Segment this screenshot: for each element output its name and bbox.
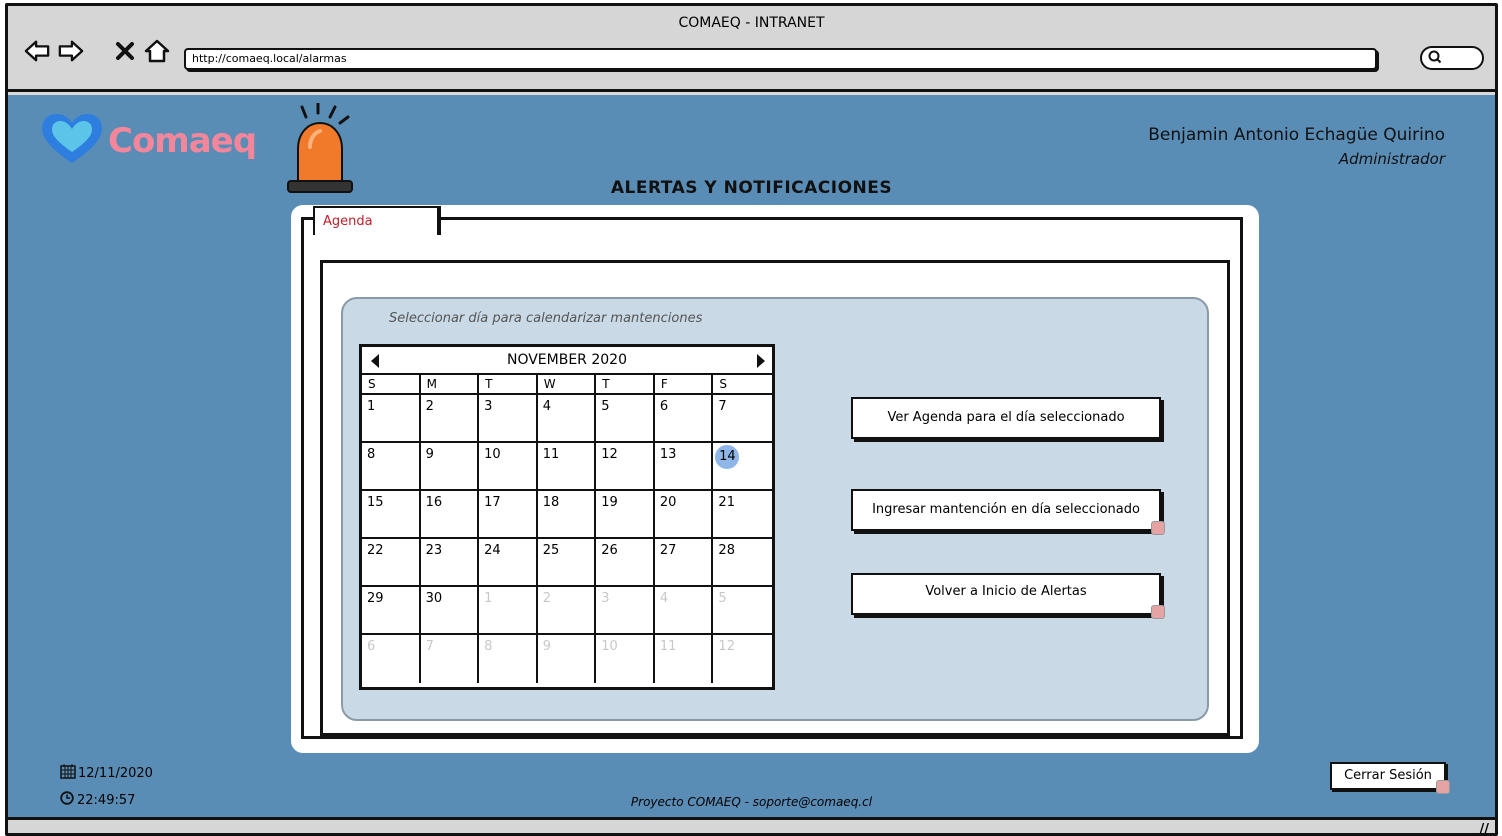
calendar-day[interactable]: 4 xyxy=(537,395,597,443)
calendar-day[interactable]: 30 xyxy=(420,587,480,635)
weekday-label: T xyxy=(479,375,538,395)
calendar-day[interactable]: 6 xyxy=(654,395,714,443)
calendar[interactable]: NOVEMBER 2020 S M T W T F S 1 2 3 4 5 6 … xyxy=(359,344,775,690)
view-agenda-button[interactable]: Ver Agenda para el día seleccionado xyxy=(851,397,1161,439)
calendar-day[interactable]: 1 xyxy=(362,395,421,443)
calendar-day[interactable]: 3 xyxy=(479,395,538,443)
weekday-label: T xyxy=(596,375,655,395)
calendar-day-next-month[interactable]: 4 xyxy=(654,587,714,635)
calendar-day-next-month[interactable]: 1 xyxy=(479,587,538,635)
calendar-day-selected[interactable]: 14 xyxy=(713,443,772,491)
calendar-day[interactable]: 8 xyxy=(362,443,421,491)
calendar-day[interactable]: 5 xyxy=(596,395,655,443)
calendar-day[interactable]: 23 xyxy=(420,539,480,587)
search-button[interactable] xyxy=(1420,46,1484,70)
logout-label: Cerrar Sesión xyxy=(1344,768,1432,783)
calendar-day[interactable]: 22 xyxy=(362,539,421,587)
calendar-day-next-month[interactable]: 8 xyxy=(479,635,538,683)
heart-icon xyxy=(38,111,106,171)
weekday-label: S xyxy=(362,375,421,395)
search-icon xyxy=(1428,49,1442,68)
calendar-day[interactable]: 7 xyxy=(713,395,772,443)
content-panel: Seleccionar día para calendarizar manten… xyxy=(291,205,1259,753)
browser-chrome: COMAEQ - INTRANET http://comaeq.local/al… xyxy=(8,6,1495,92)
calendar-day[interactable]: 10 xyxy=(479,443,538,491)
calendar-day-next-month[interactable]: 12 xyxy=(713,635,772,683)
calendar-day[interactable]: 16 xyxy=(420,491,480,539)
calendar-header: NOVEMBER 2020 xyxy=(362,347,772,375)
footer-project-text: Proyecto COMAEQ - soporte@comaeq.cl xyxy=(630,795,873,809)
window-title: COMAEQ - INTRANET xyxy=(678,15,825,31)
tab-frame: Seleccionar día para calendarizar manten… xyxy=(301,217,1243,739)
calendar-day[interactable]: 11 xyxy=(537,443,597,491)
current-date: 12/11/2020 xyxy=(60,763,153,783)
calendar-day[interactable]: 24 xyxy=(479,539,538,587)
comaeq-logo[interactable]: Comaeq xyxy=(38,111,257,171)
calendar-day[interactable]: 15 xyxy=(362,491,421,539)
calendar-day[interactable]: 2 xyxy=(420,395,480,443)
calendar-day-next-month[interactable]: 6 xyxy=(362,635,421,683)
calendar-day-next-month[interactable]: 5 xyxy=(713,587,772,635)
logo-text: Comaeq xyxy=(108,121,257,161)
tab-content: Seleccionar día para calendarizar manten… xyxy=(320,260,1230,736)
close-icon[interactable] xyxy=(112,38,138,64)
next-month-icon[interactable] xyxy=(754,352,768,368)
calendar-day[interactable]: 26 xyxy=(596,539,655,587)
weekday-label: M xyxy=(420,375,480,395)
add-maintenance-label: Ingresar mantención en día seleccionado xyxy=(872,502,1140,517)
calendar-icon xyxy=(60,763,76,783)
calendar-day[interactable]: 18 xyxy=(537,491,597,539)
address-bar[interactable]: http://comaeq.local/alarmas xyxy=(184,48,1377,70)
calendar-day-next-month[interactable]: 3 xyxy=(596,587,655,635)
logout-button[interactable]: Cerrar Sesión xyxy=(1330,762,1450,794)
calendar-day[interactable]: 19 xyxy=(596,491,655,539)
arrow-left-icon[interactable] xyxy=(24,38,50,64)
weekday-label: W xyxy=(537,375,597,395)
external-link-icon xyxy=(1436,780,1450,794)
calendar-grid: S M T W T F S 1 2 3 4 5 6 7 8 9 10 11 12… xyxy=(362,375,772,683)
calendar-day-next-month[interactable]: 11 xyxy=(655,635,714,683)
external-link-icon xyxy=(1151,521,1165,535)
calendar-day[interactable]: 13 xyxy=(654,443,714,491)
calendar-day[interactable]: 29 xyxy=(362,587,421,635)
back-to-alerts-button[interactable]: Volver a Inicio de Alertas xyxy=(851,573,1165,619)
back-to-alerts-label: Volver a Inicio de Alertas xyxy=(925,584,1087,599)
weekday-label: S xyxy=(713,375,772,395)
selected-day-label: 14 xyxy=(715,445,740,469)
calendar-day[interactable]: 28 xyxy=(713,539,772,587)
calendar-month-label: NOVEMBER 2020 xyxy=(506,352,627,368)
calendar-day-next-month[interactable]: 9 xyxy=(538,635,597,683)
calendar-day[interactable]: 21 xyxy=(713,491,772,539)
calendar-day-next-month[interactable]: 2 xyxy=(537,587,597,635)
scheduler-box: Seleccionar día para calendarizar manten… xyxy=(341,297,1209,721)
app-area: Comaeq Benjamin Antonio Echagüe Quirino … xyxy=(8,95,1495,817)
calendar-day[interactable]: 9 xyxy=(420,443,480,491)
add-maintenance-button[interactable]: Ingresar mantención en día seleccionado xyxy=(851,489,1165,535)
weekday-label: F xyxy=(654,375,714,395)
page-title: ALERTAS Y NOTIFICACIONES xyxy=(610,178,893,198)
calendar-day[interactable]: 12 xyxy=(596,443,655,491)
resize-handle-icon[interactable]: // xyxy=(1480,822,1490,833)
user-role: Administrador xyxy=(1338,150,1445,168)
prev-month-icon[interactable] xyxy=(368,352,382,368)
view-agenda-label: Ver Agenda para el día seleccionado xyxy=(887,410,1125,425)
home-icon[interactable] xyxy=(144,38,170,64)
arrow-right-icon[interactable] xyxy=(58,38,84,64)
calendar-day-next-month[interactable]: 10 xyxy=(596,635,655,683)
external-link-icon xyxy=(1151,605,1165,619)
calendar-day[interactable]: 25 xyxy=(537,539,597,587)
status-bar: // xyxy=(8,817,1495,833)
date-value: 12/11/2020 xyxy=(78,765,153,781)
browser-window: COMAEQ - INTRANET http://comaeq.local/al… xyxy=(5,3,1498,836)
calendar-day-next-month[interactable]: 7 xyxy=(421,635,480,683)
tab-agenda[interactable]: Agenda xyxy=(313,206,439,235)
calendar-day[interactable]: 27 xyxy=(654,539,714,587)
user-name: Benjamin Antonio Echagüe Quirino xyxy=(1148,125,1445,145)
calendar-day[interactable]: 20 xyxy=(654,491,714,539)
instruction-text: Seleccionar día para calendarizar manten… xyxy=(389,311,703,326)
calendar-day[interactable]: 17 xyxy=(479,491,538,539)
